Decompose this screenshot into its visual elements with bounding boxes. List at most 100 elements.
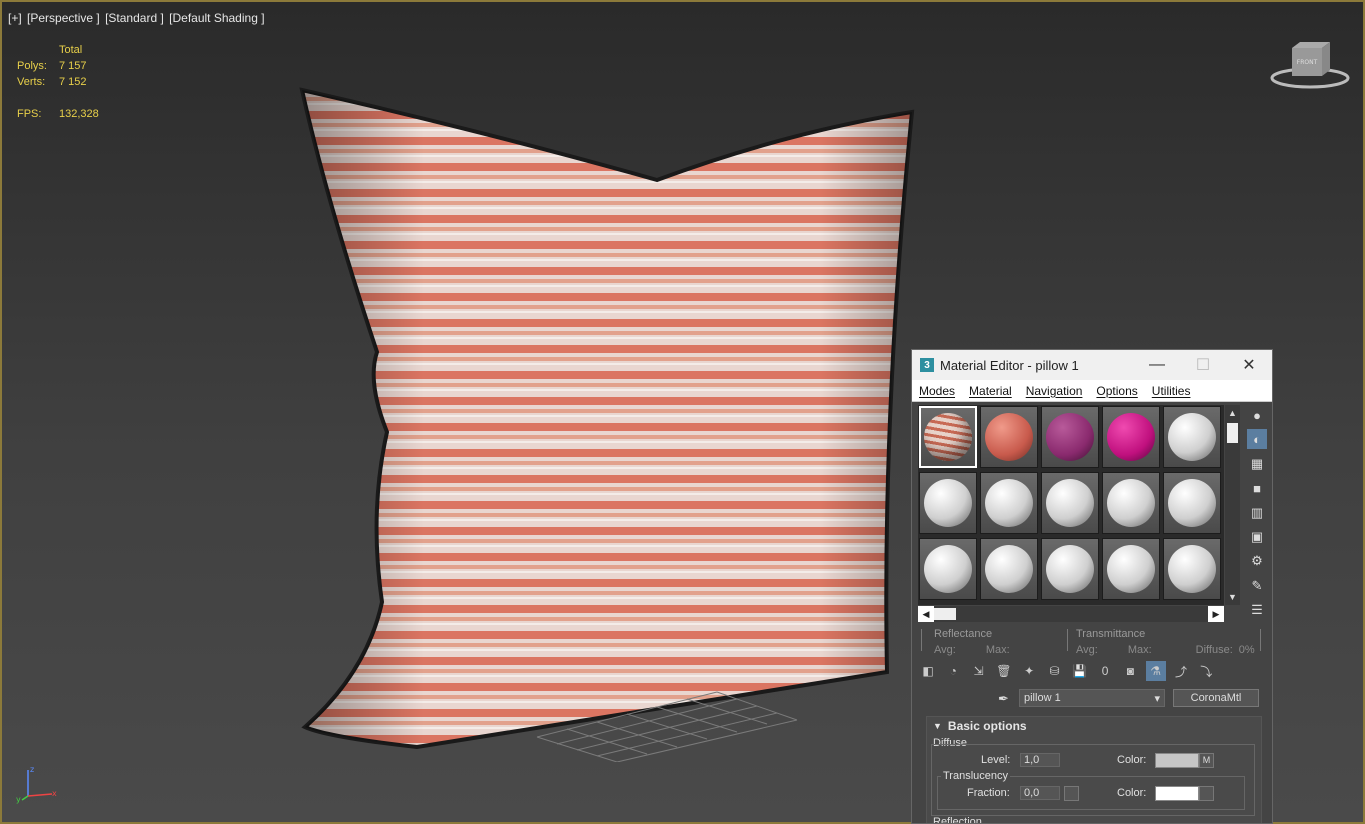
fps-label: FPS: [17, 108, 42, 120]
sample-slot-3[interactable] [1041, 406, 1099, 468]
transmittance-diffuse: Diffuse: [1195, 644, 1233, 656]
pillow-model[interactable] [287, 82, 927, 752]
sample-slot-7[interactable] [980, 472, 1038, 534]
viewport-label[interactable]: [+] [Perspective ] [Standard ] [Default … [8, 11, 267, 25]
material-editor-titlebar[interactable]: 3 Material Editor - pillow 1 — ☐ ✕ [912, 350, 1272, 380]
close-button[interactable]: ✕ [1226, 350, 1272, 380]
scroll-thumb-horizontal[interactable] [934, 608, 956, 620]
go-to-parent-icon[interactable]: ⤴ [1171, 661, 1191, 681]
minimize-button[interactable]: — [1134, 350, 1180, 380]
transmittance-max: Max: [1127, 644, 1152, 656]
maximize-button[interactable]: ☐ [1180, 350, 1226, 380]
material-map-navigator-icon[interactable]: ☰ [1247, 600, 1267, 620]
sample-slot-13[interactable] [1041, 538, 1099, 600]
separator [921, 629, 922, 651]
viewport-menu-shading[interactable]: [Default Shading ] [169, 11, 264, 25]
stats-total-header: Total [59, 44, 83, 56]
transmittance-info: Transmittance Avg: Max: Diffuse: 0% [1076, 626, 1255, 658]
material-toolbar: ◧ ◔ ⇲ 🗑 ✦ ⛁ 💾 0 ◙ ⚗ ⤴ ⤵ [918, 660, 1268, 682]
pick-material-eyedropper-icon[interactable]: ✒ [998, 691, 1009, 707]
background-icon[interactable]: ▦ [1247, 454, 1267, 474]
sample-slot-5[interactable] [1163, 406, 1221, 468]
scroll-right-icon[interactable]: ▶ [1208, 606, 1224, 622]
material-sphere-white [985, 479, 1033, 527]
sample-slot-15[interactable] [1163, 538, 1221, 600]
menu-bar: Modes Material Navigation Options Utilit… [912, 380, 1272, 402]
app-logo-icon: 3 [920, 358, 934, 372]
sample-slot-4[interactable] [1102, 406, 1160, 468]
material-editor-window[interactable]: 3 Material Editor - pillow 1 — ☐ ✕ Modes… [911, 349, 1273, 824]
viewport-menu-perspective[interactable]: [Perspective ] [27, 11, 100, 25]
put-to-library-icon[interactable]: ⛁ [1044, 661, 1064, 681]
material-sphere-coral [985, 413, 1033, 461]
scroll-left-icon[interactable]: ◀ [918, 606, 934, 622]
reset-map-icon[interactable]: 🗑 [994, 661, 1014, 681]
material-sphere-white [1046, 545, 1094, 593]
chevron-down-icon: ▾ [1154, 692, 1160, 705]
fraction-spinner[interactable]: 0,0 [1020, 786, 1060, 800]
go-forward-sibling-icon[interactable]: ⤵ [1196, 661, 1216, 681]
transmittance-avg: Avg: [1076, 644, 1098, 656]
sample-slot-9[interactable] [1102, 472, 1160, 534]
viewcube-icon[interactable]: FRONT [1270, 40, 1350, 92]
scroll-down-icon[interactable]: ▼ [1225, 589, 1240, 605]
scroll-up-icon[interactable]: ▲ [1225, 405, 1240, 421]
slots-horizontal-scrollbar[interactable]: ◀ ▶ [918, 606, 1224, 622]
material-type-button[interactable]: CoronaMtl [1173, 689, 1259, 707]
make-unique-icon[interactable]: ✦ [1019, 661, 1039, 681]
get-material-icon[interactable]: ◧ [918, 661, 938, 681]
sample-slot-10[interactable] [1163, 472, 1221, 534]
assign-to-selection-icon[interactable]: ⇲ [969, 661, 989, 681]
show-end-result-icon[interactable]: ⚗ [1145, 661, 1166, 681]
sample-slot-11[interactable] [919, 538, 977, 600]
menu-material[interactable]: Material [969, 384, 1012, 398]
options-icon[interactable]: ⚙ [1247, 551, 1267, 571]
sample-slot-6[interactable] [919, 472, 977, 534]
sample-slots-grid [918, 405, 1224, 605]
translucency-color-swatch[interactable] [1155, 786, 1199, 801]
sample-slot-2[interactable] [980, 406, 1038, 468]
material-id-icon[interactable]: 0 [1095, 661, 1115, 681]
translucency-map-button[interactable] [1199, 786, 1214, 801]
put-to-scene-icon[interactable]: ◔ [943, 661, 963, 681]
menu-modes[interactable]: Modes [919, 384, 955, 398]
video-color-check-icon[interactable]: ▥ [1247, 503, 1267, 523]
diffuse-color-swatch[interactable] [1155, 753, 1199, 768]
transmittance-title: Transmittance [1076, 628, 1146, 640]
reflectance-max: Max: [985, 644, 1010, 656]
make-preview-icon[interactable]: ▣ [1247, 527, 1267, 547]
sample-slot-12[interactable] [980, 538, 1038, 600]
backlight-icon[interactable]: ◐ [1247, 429, 1267, 450]
fraction-map-button[interactable] [1064, 786, 1079, 801]
menu-navigation[interactable]: Navigation [1026, 384, 1083, 398]
viewport-statistics: Total Polys: 7 157 Verts: 7 152 FPS: 132,32… [17, 42, 99, 122]
sample-slot-1[interactable] [919, 406, 977, 468]
uv-tiling-icon[interactable]: ■ [1247, 478, 1267, 498]
basic-options-header[interactable]: ▼ Basic options [927, 717, 1261, 735]
viewport-menu-standard[interactable]: [Standard ] [105, 11, 164, 25]
basic-options-rollout: ▼ Basic options Diffuse Level: 1,0 Color… [926, 716, 1262, 824]
viewcube-face-label: FRONT [1297, 59, 1318, 66]
reflectance-title: Reflectance [934, 628, 993, 640]
save-icon[interactable]: 💾 [1070, 661, 1090, 681]
reflection-label: Reflection [933, 816, 982, 824]
show-shaded-icon[interactable]: ◙ [1120, 661, 1140, 681]
viewport-menu-plus[interactable]: [+] [8, 11, 22, 25]
material-sphere-magenta [1107, 413, 1155, 461]
slots-vertical-scrollbar[interactable]: ▲ ▼ [1225, 405, 1240, 605]
translucency-color-label: Color: [1117, 787, 1147, 799]
material-name-field[interactable]: pillow 1 ▾ [1019, 689, 1165, 707]
side-toolbar: ● ◐ ▦ ■ ▥ ▣ ⚙ ✎ ☰ [1245, 405, 1269, 625]
menu-options[interactable]: Options [1096, 384, 1137, 398]
sample-slot-8[interactable] [1041, 472, 1099, 534]
scroll-thumb[interactable] [1227, 423, 1238, 443]
level-spinner[interactable]: 1,0 [1020, 753, 1060, 767]
diffuse-map-button[interactable]: M [1199, 753, 1214, 768]
select-by-material-icon[interactable]: ✎ [1247, 576, 1267, 596]
menu-utilities[interactable]: Utilities [1152, 384, 1191, 398]
sample-type-icon[interactable]: ● [1247, 405, 1267, 425]
axis-tripod-icon: z x y [16, 765, 57, 804]
material-sphere-white [1046, 479, 1094, 527]
material-sphere-white [924, 545, 972, 593]
sample-slot-14[interactable] [1102, 538, 1160, 600]
